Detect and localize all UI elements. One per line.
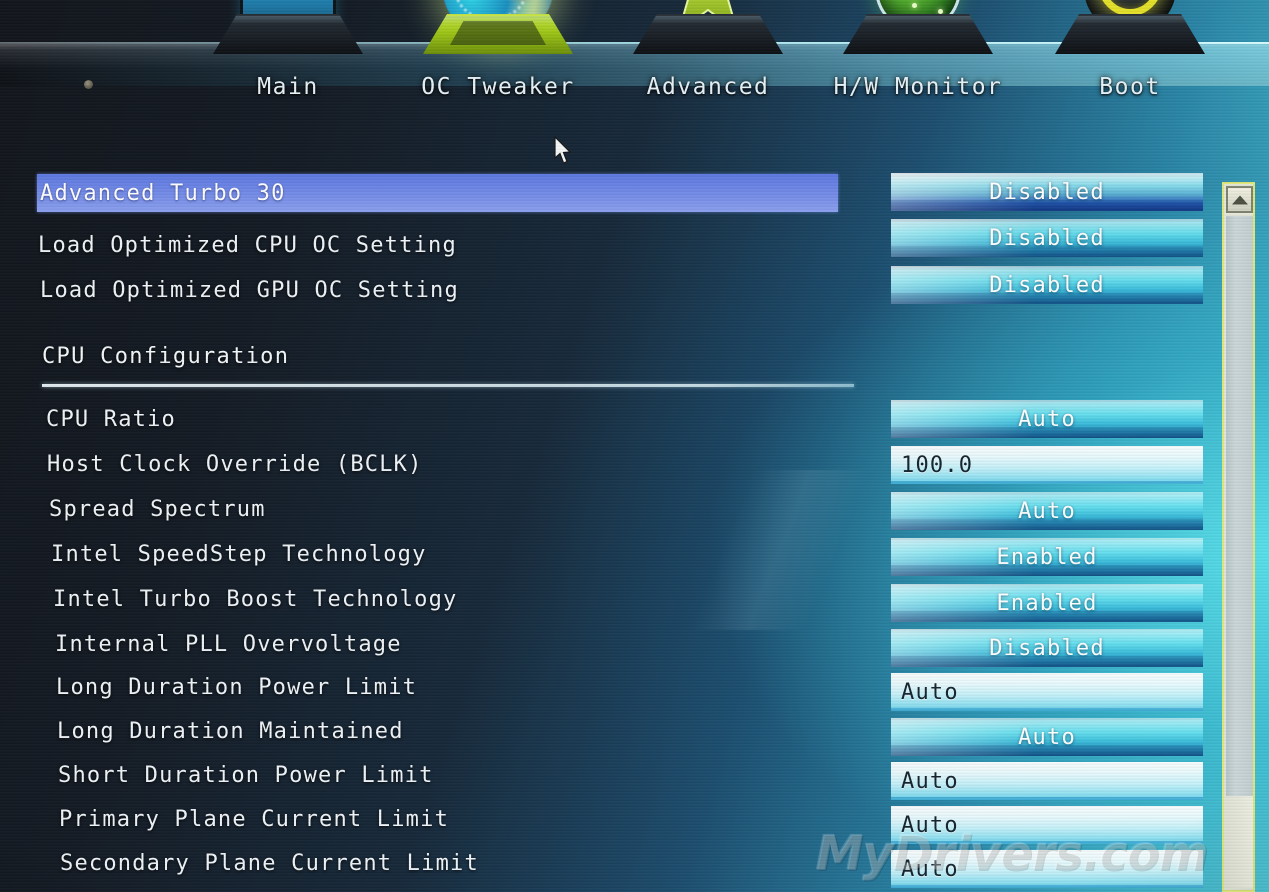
setting-label: Load Optimized GPU OC Setting bbox=[40, 277, 459, 303]
value-text: Disabled bbox=[989, 225, 1105, 251]
tab-pedestal bbox=[1055, 14, 1205, 54]
value-text: Disabled bbox=[989, 179, 1105, 205]
value-text: Auto bbox=[901, 812, 959, 838]
value-control-spread-spectrum[interactable]: Auto bbox=[891, 492, 1203, 530]
tab-advanced-label: Advanced bbox=[646, 74, 770, 100]
tab-hw-monitor-art bbox=[823, 0, 1013, 62]
value-input-secondary-plane-current-limit[interactable]: Auto bbox=[891, 850, 1203, 888]
value-text: Enabled bbox=[996, 544, 1098, 570]
setting-label: Secondary Plane Current Limit bbox=[60, 850, 479, 876]
value-control-load-optimized-gpu-oc-setting[interactable]: Disabled bbox=[891, 266, 1203, 304]
value-text: Auto bbox=[901, 679, 959, 705]
setting-row-secondary-plane-current-limit[interactable]: Secondary Plane Current Limit bbox=[60, 845, 940, 881]
value-text: Disabled bbox=[989, 635, 1105, 661]
value-control-load-optimized-cpu-oc-setting[interactable]: Disabled bbox=[891, 219, 1203, 257]
setting-row-internal-pll-overvoltage[interactable]: Internal PLL Overvoltage bbox=[55, 626, 935, 662]
vertical-scrollbar[interactable] bbox=[1222, 182, 1255, 892]
setting-row-short-duration-power-limit[interactable]: Short Duration Power Limit bbox=[58, 757, 938, 793]
setting-row-long-duration-power-limit[interactable]: Long Duration Power Limit bbox=[56, 669, 936, 705]
value-input-host-clock-override[interactable]: 100.0 bbox=[891, 446, 1203, 484]
setting-label: Spread Spectrum bbox=[49, 496, 266, 522]
section-heading: CPU Configuration bbox=[42, 344, 290, 369]
section-divider bbox=[42, 384, 854, 387]
scroll-up-arrow-icon[interactable] bbox=[1226, 186, 1253, 213]
tab-main-art: ASRock bbox=[193, 0, 383, 62]
value-text: Auto bbox=[1018, 498, 1076, 524]
value-text: Auto bbox=[1018, 724, 1076, 750]
value-input-long-duration-power-limit[interactable]: Auto bbox=[891, 673, 1203, 711]
value-text: Auto bbox=[1018, 406, 1076, 432]
tab-pedestal-active bbox=[423, 14, 573, 54]
tab-advanced-art bbox=[613, 0, 803, 62]
setting-label: Primary Plane Current Limit bbox=[59, 806, 450, 832]
settings-label-column: Advanced Turbo 30 Load Optimized CPU OC … bbox=[0, 170, 880, 892]
top-navigation-bar: ASRock Main OC Tweaker bbox=[0, 0, 1269, 118]
setting-row-intel-turbo-boost-technology[interactable]: Intel Turbo Boost Technology bbox=[53, 581, 933, 617]
value-control-internal-pll-overvoltage[interactable]: Disabled bbox=[891, 629, 1203, 667]
setting-label: Short Duration Power Limit bbox=[58, 762, 434, 788]
setting-row-load-optimized-gpu-oc-setting[interactable]: Load Optimized GPU OC Setting bbox=[40, 272, 920, 308]
value-control-intel-turbo-boost-technology[interactable]: Enabled bbox=[891, 584, 1203, 622]
bios-setup-screen: ASRock Main OC Tweaker bbox=[0, 0, 1269, 892]
setting-row-primary-plane-current-limit[interactable]: Primary Plane Current Limit bbox=[59, 801, 939, 837]
value-text: Auto bbox=[901, 768, 959, 794]
value-control-long-duration-maintained[interactable]: Auto bbox=[891, 718, 1203, 756]
setting-row-load-optimized-cpu-oc-setting[interactable]: Load Optimized CPU OC Setting bbox=[38, 227, 918, 263]
tab-oc-tweaker-art bbox=[403, 0, 593, 62]
setting-row-host-clock-override[interactable]: Host Clock Override (BCLK) bbox=[47, 446, 927, 482]
tab-boot-art bbox=[1035, 0, 1225, 62]
value-text: 100.0 bbox=[901, 452, 974, 478]
tab-pedestal bbox=[213, 14, 363, 54]
tab-pedestal bbox=[843, 14, 993, 54]
tab-hw-monitor-label: H/W Monitor bbox=[833, 74, 1003, 100]
setting-label: CPU Ratio bbox=[46, 406, 177, 432]
tab-oc-tweaker[interactable]: OC Tweaker bbox=[403, 0, 593, 118]
value-control-intel-speedstep-technology[interactable]: Enabled bbox=[891, 538, 1203, 576]
settings-value-column: Disabled Disabled Disabled Auto 100.0 Au… bbox=[891, 170, 1205, 892]
mouse-cursor-icon bbox=[553, 135, 573, 166]
value-text: Enabled bbox=[996, 590, 1098, 616]
tab-boot[interactable]: Boot bbox=[1035, 0, 1225, 118]
tab-hw-monitor[interactable]: H/W Monitor bbox=[823, 0, 1013, 118]
scrollbar-thumb[interactable] bbox=[1226, 216, 1253, 796]
setting-label: Intel Turbo Boost Technology bbox=[53, 586, 458, 612]
value-text: Auto bbox=[901, 856, 959, 882]
setting-row-cpu-ratio[interactable]: CPU Ratio bbox=[46, 401, 926, 437]
setting-row-advanced-turbo-30[interactable]: Advanced Turbo 30 bbox=[37, 174, 838, 212]
setting-label: Advanced Turbo 30 bbox=[40, 180, 286, 206]
tab-main[interactable]: ASRock Main bbox=[193, 0, 383, 118]
value-control-advanced-turbo-30[interactable]: Disabled bbox=[891, 173, 1203, 211]
scrollbar-track[interactable] bbox=[1226, 216, 1253, 888]
tab-advanced[interactable]: Advanced bbox=[613, 0, 803, 118]
setting-row-spread-spectrum[interactable]: Spread Spectrum bbox=[49, 491, 929, 527]
setting-label: Load Optimized CPU OC Setting bbox=[38, 232, 457, 258]
tab-boot-label: Boot bbox=[1099, 74, 1161, 100]
dust-speck bbox=[84, 80, 93, 89]
tab-oc-tweaker-label: OC Tweaker bbox=[421, 74, 575, 100]
value-input-short-duration-power-limit[interactable]: Auto bbox=[891, 762, 1203, 800]
setting-label: Host Clock Override (BCLK) bbox=[47, 451, 423, 477]
tab-pedestal bbox=[633, 14, 783, 54]
triangle-up-glyph bbox=[1231, 195, 1248, 204]
setting-label: Long Duration Power Limit bbox=[56, 674, 418, 700]
value-control-cpu-ratio[interactable]: Auto bbox=[891, 400, 1203, 438]
setting-label: Internal PLL Overvoltage bbox=[55, 631, 402, 657]
value-text: Disabled bbox=[989, 272, 1105, 298]
value-input-primary-plane-current-limit[interactable]: Auto bbox=[891, 806, 1203, 844]
setting-row-intel-speedstep-technology[interactable]: Intel SpeedStep Technology bbox=[51, 536, 931, 572]
setting-row-long-duration-maintained[interactable]: Long Duration Maintained bbox=[57, 713, 937, 749]
tab-main-label: Main bbox=[257, 74, 319, 100]
setting-label: Intel SpeedStep Technology bbox=[51, 541, 427, 567]
setting-label: Long Duration Maintained bbox=[57, 718, 404, 744]
